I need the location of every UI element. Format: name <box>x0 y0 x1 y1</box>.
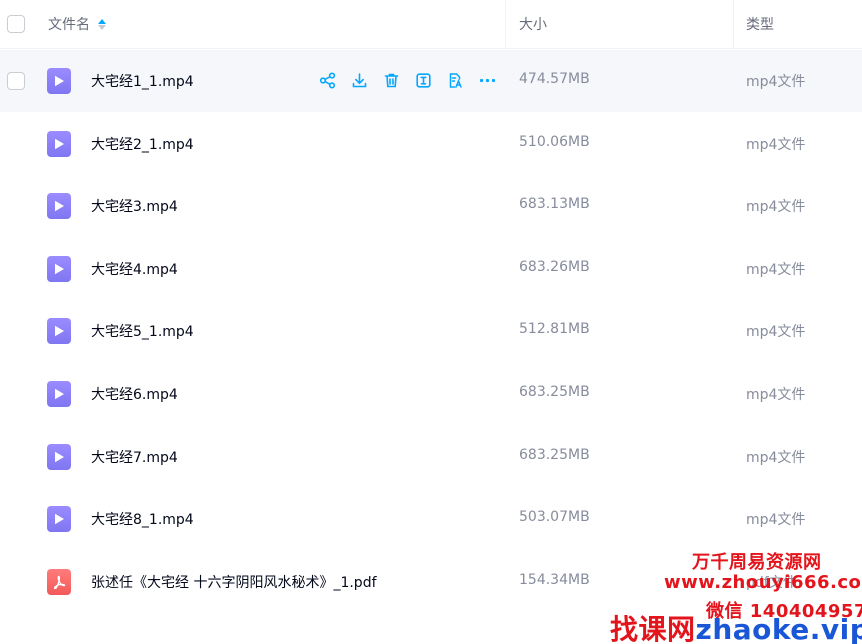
file-type: mp4文件 <box>746 74 806 90</box>
file-type: mp4文件 <box>746 261 806 278</box>
more-icon[interactable] <box>478 71 497 90</box>
video-file-icon[interactable] <box>47 443 71 470</box>
select-all-checkbox[interactable] <box>7 15 25 33</box>
file-list-header: 文件名 大小 类型 <box>0 0 862 49</box>
file-name[interactable]: 张述任《大宅经 十六字阴阳风水秘术》_1.pdf <box>91 572 377 592</box>
file-name[interactable]: 大宅经2_1.mp4 <box>91 134 194 154</box>
file-row[interactable]: 大宅经7.mp4 683.25MB mp4文件 <box>0 426 862 488</box>
file-type: mp4文件 <box>746 387 806 403</box>
video-file-icon[interactable] <box>47 506 71 533</box>
column-header-name-label: 文件名 <box>48 17 90 33</box>
rename-icon[interactable] <box>414 71 433 90</box>
file-type: mp4文件 <box>746 324 806 341</box>
video-file-icon[interactable] <box>47 193 71 220</box>
file-type: mp4文件 <box>746 512 806 529</box>
file-row[interactable]: 大宅经4.mp4 683.26MB mp4文件 <box>0 238 862 300</box>
file-row[interactable]: 大宅经3.mp4 683.13MB mp4文件 <box>0 175 862 237</box>
file-size: 503.07MB <box>519 509 590 526</box>
file-row[interactable]: 大宅经5_1.mp4 512.81MB mp4文件 <box>0 300 862 362</box>
share-icon[interactable] <box>318 71 337 90</box>
file-row[interactable]: 大宅经8_1.mp4 503.07MB mp4文件 <box>0 488 862 550</box>
video-file-icon[interactable] <box>47 130 71 157</box>
pdf-file-icon[interactable] <box>47 568 71 595</box>
sort-asc-icon[interactable] <box>98 18 106 30</box>
file-size: 474.57MB <box>519 71 590 87</box>
file-row[interactable]: 大宅经2_1.mp4 510.06MB mp4文件 <box>0 113 862 175</box>
file-name[interactable]: 大宅经4.mp4 <box>91 259 178 279</box>
video-file-icon[interactable] <box>47 381 71 407</box>
column-header-type[interactable]: 类型 <box>746 14 774 34</box>
text-extract-icon[interactable] <box>446 71 465 90</box>
file-size: 512.81MB <box>519 321 590 338</box>
column-divider[interactable] <box>505 0 506 49</box>
file-size: 154.34MB <box>519 571 590 588</box>
file-name[interactable]: 大宅经5_1.mp4 <box>91 321 194 341</box>
file-name[interactable]: 大宅经6.mp4 <box>91 384 178 404</box>
file-name[interactable]: 大宅经8_1.mp4 <box>91 509 194 529</box>
file-row[interactable]: 大宅经6.mp4 683.25MB mp4文件 <box>0 363 862 425</box>
video-file-icon[interactable] <box>47 318 71 345</box>
delete-icon[interactable] <box>382 71 401 90</box>
row-checkbox[interactable] <box>7 72 25 90</box>
video-file-icon[interactable] <box>47 255 71 282</box>
file-row[interactable]: 大宅经1_1.mp4 474.57MB mp4文件 <box>0 50 862 112</box>
watermark-site-name: 万千周易资源网 <box>692 552 822 573</box>
file-name[interactable]: 大宅经7.mp4 <box>91 447 178 467</box>
file-name[interactable]: 大宅经1_1.mp4 <box>91 71 194 91</box>
watermark-url: www.zhouyi666.com <box>664 572 862 593</box>
watermark-brand-blue: zhaoke.vip <box>695 613 862 644</box>
watermark-brand-red: 找课网 <box>610 613 696 644</box>
file-size: 683.13MB <box>519 196 590 213</box>
file-size: 683.25MB <box>519 384 590 400</box>
file-type: mp4文件 <box>746 199 806 216</box>
file-size: 683.26MB <box>519 258 590 275</box>
column-divider[interactable] <box>733 0 734 49</box>
file-type: mp4文件 <box>746 136 806 153</box>
file-size: 510.06MB <box>519 133 590 150</box>
watermark-brand: 找课网zhaoke.vip <box>610 608 862 644</box>
column-header-name[interactable]: 文件名 <box>48 14 106 34</box>
file-size: 683.25MB <box>519 446 590 463</box>
file-name[interactable]: 大宅经3.mp4 <box>91 196 178 216</box>
column-header-size[interactable]: 大小 <box>519 14 547 34</box>
video-file-icon[interactable] <box>47 68 71 94</box>
file-type: mp4文件 <box>746 449 806 466</box>
row-actions <box>318 71 497 90</box>
download-icon[interactable] <box>350 71 369 90</box>
